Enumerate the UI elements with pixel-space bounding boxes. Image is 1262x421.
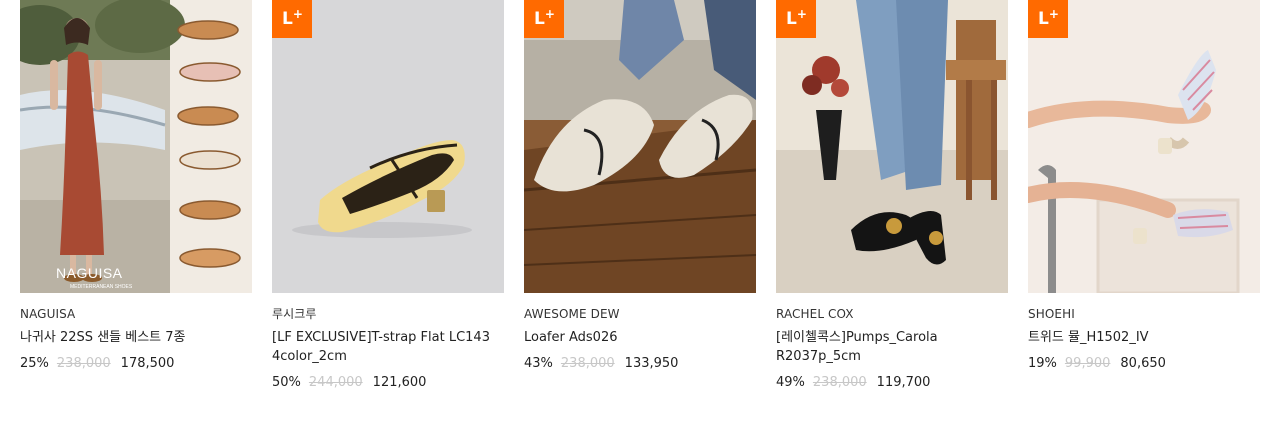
watermark-brand: NAGUISA <box>56 265 123 281</box>
discount-rate: 43% <box>524 356 553 371</box>
product-brand: NAGUISA <box>20 307 76 321</box>
lplus-badge: L + <box>1028 0 1068 38</box>
naguisa-photo: NAGUISA MEDITERRANEAN SHOES <box>20 0 252 293</box>
product-grid: NAGUISA MEDITERRANEAN SHOES NAGUISA 나귀사 … <box>0 0 1262 421</box>
sale-price: 80,650 <box>1120 356 1166 371</box>
sale-price: 121,600 <box>372 375 427 390</box>
original-price: 238,000 <box>812 375 867 390</box>
product-card[interactable]: L + AWESOME DEW Loafer Ads026 43% 238,000 1… <box>524 0 756 372</box>
product-image[interactable]: L + <box>272 0 504 293</box>
product-price: 19% 99,900 80,650 <box>1028 356 1260 372</box>
product-image[interactable]: L + <box>1028 0 1260 293</box>
product-brand: 루시크루 <box>272 307 317 321</box>
loafer-photo <box>524 0 756 293</box>
product-image[interactable]: L + <box>524 0 756 293</box>
product-brand: SHOEHI <box>1028 307 1075 321</box>
product-card[interactable]: L + SHOEHI 트위드 뮬_H1502_IV 19% 99,900 80,650 <box>1028 0 1260 372</box>
lplus-badge: L + <box>272 0 312 38</box>
product-card[interactable]: L + 루시크루 [LF EXCLUSIVE]T-strap Flat LC143… <box>272 0 504 391</box>
discount-rate: 19% <box>1028 356 1057 371</box>
product-image[interactable]: NAGUISA MEDITERRANEAN SHOES <box>20 0 252 293</box>
original-price: 99,900 <box>1064 356 1111 371</box>
sale-price: 119,700 <box>876 375 931 390</box>
product-price: 49% 238,000 119,700 <box>776 375 1008 391</box>
product-name[interactable]: [레이첼콕스]Pumps_Carola R2037p_5cm <box>776 328 1008 366</box>
product-name[interactable]: [LF EXCLUSIVE]T-strap Flat LC143 4color_… <box>272 328 504 366</box>
sale-price: 178,500 <box>120 356 175 371</box>
product-brand: AWESOME DEW <box>524 307 620 321</box>
lplus-badge: L + <box>776 0 816 38</box>
discount-rate: 25% <box>20 356 49 371</box>
product-name[interactable]: 트위드 뮬_H1502_IV <box>1028 328 1260 347</box>
product-price: 50% 244,000 121,600 <box>272 375 504 391</box>
discount-rate: 49% <box>776 375 805 390</box>
lplus-badge: L + <box>524 0 564 38</box>
product-brand: RACHEL COX <box>776 307 854 321</box>
t-strap-flat-photo <box>272 0 504 293</box>
sale-price: 133,950 <box>624 356 679 371</box>
original-price: 244,000 <box>308 375 363 390</box>
original-price: 238,000 <box>560 356 615 371</box>
discount-rate: 50% <box>272 375 301 390</box>
product-card[interactable]: NAGUISA MEDITERRANEAN SHOES NAGUISA 나귀사 … <box>20 0 252 372</box>
tweed-mule-photo <box>1028 0 1260 293</box>
watermark-tagline: MEDITERRANEAN SHOES <box>70 284 133 290</box>
product-name[interactable]: Loafer Ads026 <box>524 328 756 347</box>
original-price: 238,000 <box>56 356 111 371</box>
pumps-photo <box>776 0 1008 293</box>
product-name[interactable]: 나귀사 22SS 샌들 베스트 7종 <box>20 328 252 347</box>
product-price: 43% 238,000 133,950 <box>524 356 756 372</box>
product-price: 25% 238,000 178,500 <box>20 356 252 372</box>
product-image[interactable]: L + <box>776 0 1008 293</box>
product-card[interactable]: L + RACHEL COX [레이첼콕스]Pumps_Carola R2037p… <box>776 0 1008 391</box>
